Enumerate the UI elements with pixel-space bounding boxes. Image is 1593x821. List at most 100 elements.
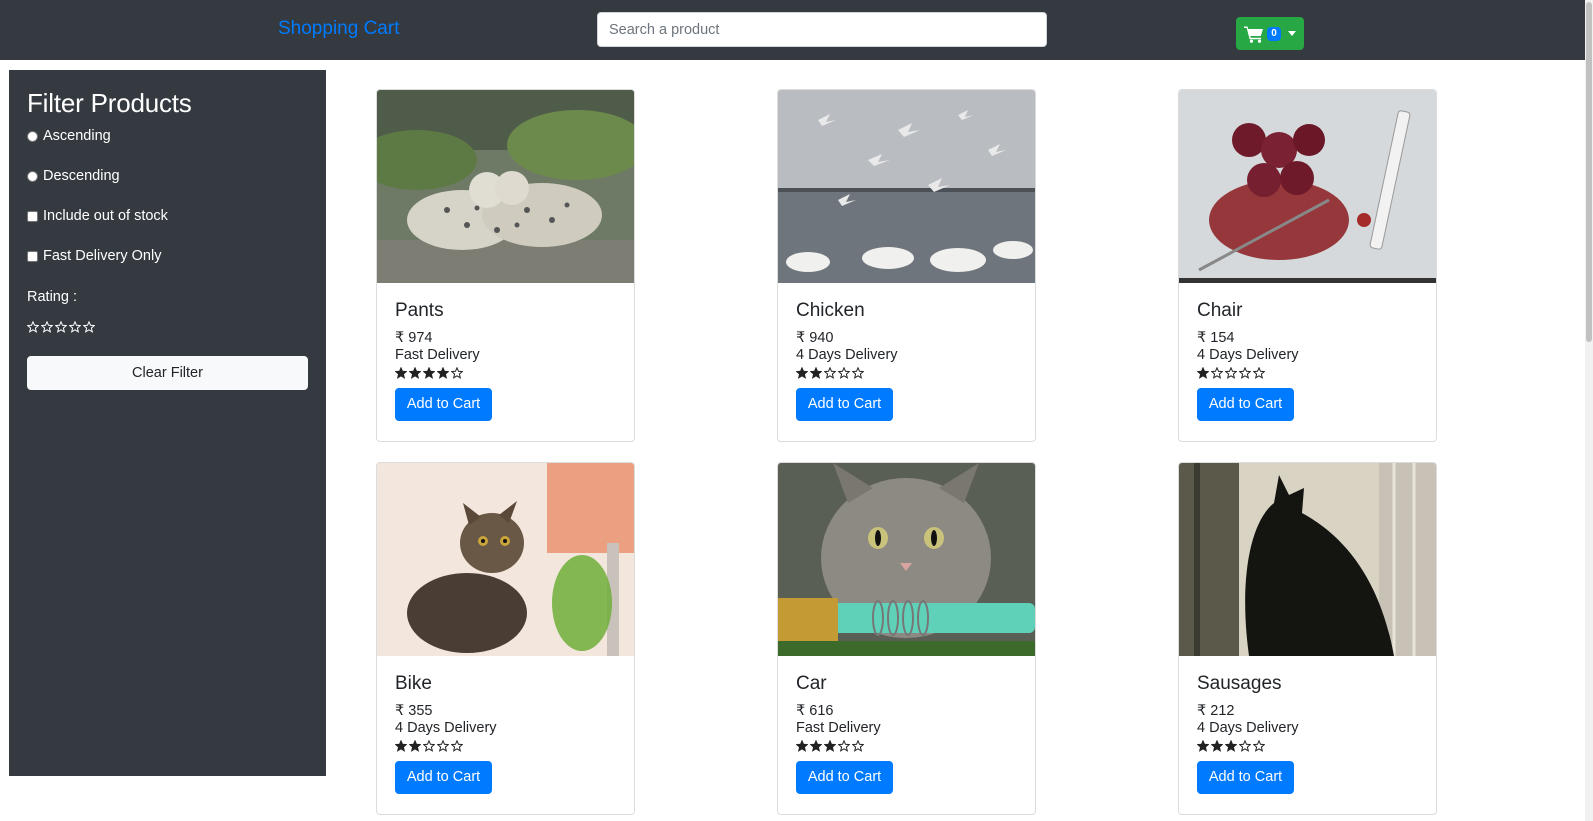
product-title: Car [796,673,827,694]
product-rating [795,366,865,384]
product-image [1179,90,1436,283]
brand-link[interactable]: Shopping Cart [278,18,399,40]
product-delivery: 4 Days Delivery [1197,720,1299,736]
product-rating [1196,739,1266,757]
product-delivery: Fast Delivery [395,347,480,363]
add-to-cart-button[interactable]: Add to Cart [1197,388,1294,421]
product-delivery: 4 Days Delivery [1197,347,1299,363]
product-card: Car ₹ 616 Fast Delivery Add to Cart [777,462,1036,815]
product-card: Sausages ₹ 212 4 Days Delivery Add to Cart [1178,462,1437,815]
star-empty-icon [26,320,40,338]
star-filled-icon [436,366,450,384]
product-price: ₹ 212 [1197,703,1235,719]
sort-descending-option[interactable]: Descending [27,168,120,184]
product-rating [394,739,464,757]
cart-icon [1244,25,1264,43]
star-filled-icon [1224,739,1238,757]
star-empty-icon [1238,739,1252,757]
product-card: Chicken ₹ 940 4 Days Delivery Add to Cart [777,89,1036,442]
star-empty-icon [837,366,851,384]
star-filled-icon [394,366,408,384]
fast-delivery-label: Fast Delivery Only [43,248,162,264]
navbar: Shopping Cart 0 [0,0,1585,60]
star-filled-icon [809,739,823,757]
star-empty-icon [436,739,450,757]
star-empty-icon [54,320,68,338]
product-card: Bike ₹ 355 4 Days Delivery Add to Cart [376,462,635,815]
cart-dropdown-button[interactable]: 0 [1236,17,1304,50]
add-to-cart-button[interactable]: Add to Cart [796,388,893,421]
star-filled-icon [1196,366,1210,384]
include-out-of-stock-checkbox[interactable] [27,210,38,222]
star-empty-icon [851,366,865,384]
product-card: Pants ₹ 974 Fast Delivery Add to Cart [376,89,635,442]
product-image [778,90,1035,283]
product-image [377,90,634,283]
product-rating [795,739,865,757]
filter-sidebar: Filter Products Ascending Descending Inc… [9,70,326,776]
product-image [778,463,1035,656]
product-price: ₹ 616 [796,703,834,719]
ascending-label: Ascending [43,128,111,144]
product-price: ₹ 154 [1197,330,1235,346]
add-to-cart-button[interactable]: Add to Cart [796,761,893,794]
star-filled-icon [823,739,837,757]
star-empty-icon [422,739,436,757]
star-empty-icon [450,366,464,384]
product-delivery: 4 Days Delivery [796,347,898,363]
product-title: Pants [395,300,444,321]
clear-filter-button[interactable]: Clear Filter [27,356,308,390]
product-title: Chair [1197,300,1243,321]
product-delivery: 4 Days Delivery [395,720,497,736]
product-title: Sausages [1197,673,1282,694]
star-filled-icon [408,366,422,384]
add-to-cart-button[interactable]: Add to Cart [1197,761,1294,794]
add-to-cart-button[interactable]: Add to Cart [395,388,492,421]
rating-filter-stars[interactable] [26,320,96,338]
fast-delivery-option[interactable]: Fast Delivery Only [27,248,161,264]
cart-count-badge: 0 [1267,26,1281,41]
star-filled-icon [422,366,436,384]
add-to-cart-button[interactable]: Add to Cart [395,761,492,794]
filter-title: Filter Products [27,88,192,118]
star-empty-icon [82,320,96,338]
star-filled-icon [408,739,422,757]
star-empty-icon [837,739,851,757]
star-empty-icon [1252,366,1266,384]
include-out-of-stock-option[interactable]: Include out of stock [27,208,168,224]
include-out-of-stock-label: Include out of stock [43,208,168,224]
star-filled-icon [809,366,823,384]
product-card: Chair ₹ 154 4 Days Delivery Add to Cart [1178,89,1437,442]
descending-label: Descending [43,168,120,184]
star-filled-icon [795,739,809,757]
ascending-radio[interactable] [27,130,38,142]
product-delivery: Fast Delivery [796,720,881,736]
product-image [377,463,634,656]
product-title: Chicken [796,300,865,321]
product-price: ₹ 974 [395,330,433,346]
product-price: ₹ 940 [796,330,834,346]
star-filled-icon [394,739,408,757]
star-empty-icon [450,739,464,757]
star-filled-icon [795,366,809,384]
product-price: ₹ 355 [395,703,433,719]
search-input[interactable] [597,12,1047,47]
fast-delivery-checkbox[interactable] [27,250,38,262]
star-empty-icon [68,320,82,338]
star-empty-icon [1252,739,1266,757]
product-title: Bike [395,673,432,694]
star-empty-icon [851,739,865,757]
rating-label: Rating : [27,289,77,305]
star-empty-icon [823,366,837,384]
descending-radio[interactable] [27,170,38,182]
star-empty-icon [40,320,54,338]
star-filled-icon [1196,739,1210,757]
star-filled-icon [1210,739,1224,757]
star-empty-icon [1238,366,1252,384]
product-rating [394,366,464,384]
product-rating [1196,366,1266,384]
scrollbar-thumb[interactable] [1586,2,1592,342]
sort-ascending-option[interactable]: Ascending [27,128,111,144]
star-empty-icon [1224,366,1238,384]
chevron-down-icon [1287,31,1296,36]
